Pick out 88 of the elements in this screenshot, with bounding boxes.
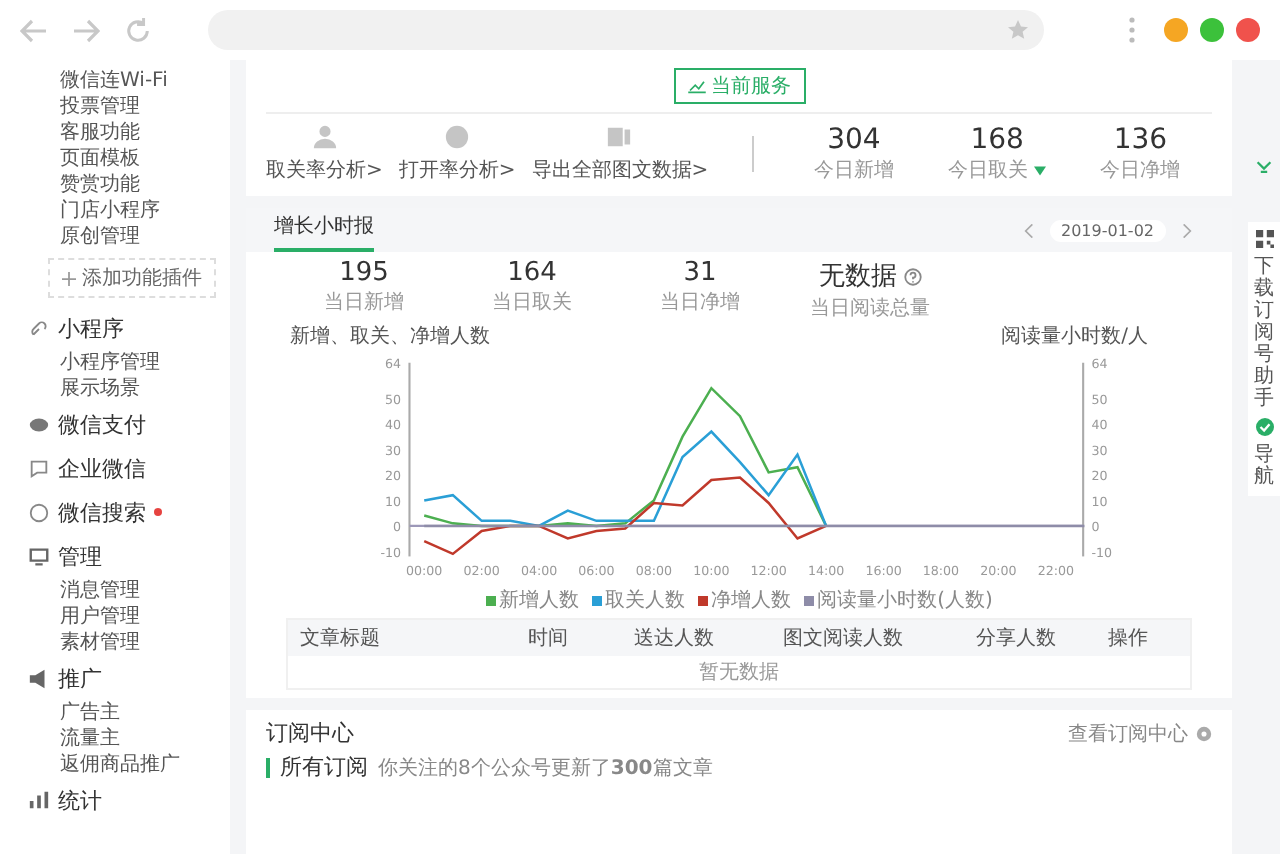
legend-label[interactable]: 取关人数 [605,586,686,614]
section-icon [28,413,50,435]
sidebar-item[interactable]: 原创管理 [60,224,230,250]
section-icon [28,667,50,689]
report-tab[interactable]: 增长小时报 [274,202,374,252]
column-header: 时间 [528,625,571,652]
collapse-icon[interactable] [1256,160,1272,174]
analysis-icon [606,124,633,150]
add-plugin-button[interactable]: 添加功能插件 [48,258,216,298]
stat-value: 168 [970,124,1024,156]
stat-value: 136 [1113,124,1168,156]
date-picker[interactable]: 2019-01-02 [1049,219,1166,241]
sidebar-item[interactable]: 客服功能 [60,120,230,146]
sidebar-item[interactable]: 广告主 [60,700,230,726]
section-icon [28,457,50,479]
empty-message: 暂无数据 [699,659,779,686]
sidebar-item[interactable]: 消息管理 [60,578,230,604]
stat-label: 今日取关 [948,157,1029,184]
stat-label: 当日取关 [492,289,572,316]
window-control[interactable] [1236,18,1260,42]
analysis-icon [444,124,471,150]
stat-label: 当日净增 [660,289,740,316]
stat-value: 304 [827,124,881,156]
sidebar-item[interactable]: 小程序管理 [60,350,230,376]
navigation-link[interactable]: 导航 [1254,444,1274,488]
column-header: 分享人数 [976,625,1058,652]
sidebar-section[interactable]: 小程序 [58,313,124,343]
check-icon [1255,418,1273,436]
reload-icon[interactable] [124,17,152,43]
stat-label: 今日净增 [1100,158,1181,184]
axis-title: 新增、取关、净增人数 [290,323,490,350]
axis-title: 阅读量小时数/人 [1001,323,1148,350]
previous-icon[interactable] [1023,223,1033,237]
download-link[interactable]: 下载订阅号助手 [1254,256,1274,410]
update-note: 你关注的8个公众号更新了300篇文章 [378,755,713,781]
analysis-link[interactable]: 打开率分析> [398,124,516,184]
stat-value: 195 [339,258,389,288]
sidebar-section[interactable]: 企业微信 [58,453,146,483]
help-icon[interactable] [903,267,921,285]
subscription-tab[interactable]: 所有订阅 [280,752,368,782]
sidebar-item[interactable]: 素材管理 [60,630,230,656]
legend-label[interactable]: 净增人数 [711,586,792,614]
stat-value: 无数据 [819,260,897,294]
analysis-link[interactable]: 取关率分析> [266,124,383,184]
sidebar-item[interactable]: 赞赏功能 [60,172,230,198]
column-header: 文章标题 [300,625,382,652]
section-icon [28,501,50,523]
sidebar-item[interactable]: 微信连Wi-Fi [60,68,230,94]
sidebar-item[interactable]: 返佣商品推广 [60,752,230,778]
chart-icon [687,79,705,93]
back-icon[interactable] [20,17,48,43]
sidebar-section[interactable]: 管理 [58,541,102,571]
analysis-icon [311,124,338,150]
column-header: 送达人数 [633,625,716,652]
qr-code-icon [1255,230,1273,248]
window-control[interactable] [1200,18,1224,42]
more-icon[interactable] [1128,16,1136,44]
stat-label: 当日阅读总量 [810,295,930,322]
sidebar-section[interactable]: 微信支付 [58,409,146,439]
stat-value: 31 [683,258,717,288]
subscription-link[interactable]: 查看订阅中心 [1068,719,1188,747]
sidebar-item[interactable]: 页面模板 [60,146,230,172]
sidebar-section[interactable]: 统计 [58,785,102,815]
plus-icon [62,271,76,285]
column-header: 图文阅读人数 [782,625,905,652]
sidebar-item[interactable]: 用户管理 [60,604,230,630]
sidebar-item[interactable]: 展示场景 [60,376,230,402]
column-header: 操作 [1107,626,1150,652]
section-title: 订阅中心 [266,718,356,748]
legend-label[interactable]: 新增人数 [499,586,580,614]
sidebar-item[interactable]: 投票管理 [60,94,230,120]
settings-icon[interactable] [1196,725,1212,741]
next-icon[interactable] [1182,223,1192,237]
section-icon [28,317,50,339]
analysis-link[interactable]: 导出全部图文数据> [531,124,709,184]
sidebar-section[interactable]: 推广 [58,663,102,693]
legend-label[interactable]: 阅读量小时数(人数) [817,586,993,614]
sidebar-item[interactable]: 门店小程序 [60,198,230,224]
stat-label: 当日新增 [324,289,404,316]
sidebar-item[interactable]: 流量主 [60,726,230,752]
window-control[interactable] [1164,18,1188,42]
star-icon[interactable] [1008,20,1028,40]
forward-icon[interactable] [72,17,100,43]
stat-label: 今日新增 [813,157,894,184]
sidebar-section[interactable]: 微信搜索 [58,497,146,527]
section-icon [28,789,50,811]
section-icon [28,545,50,567]
stat-value: 164 [507,258,557,288]
